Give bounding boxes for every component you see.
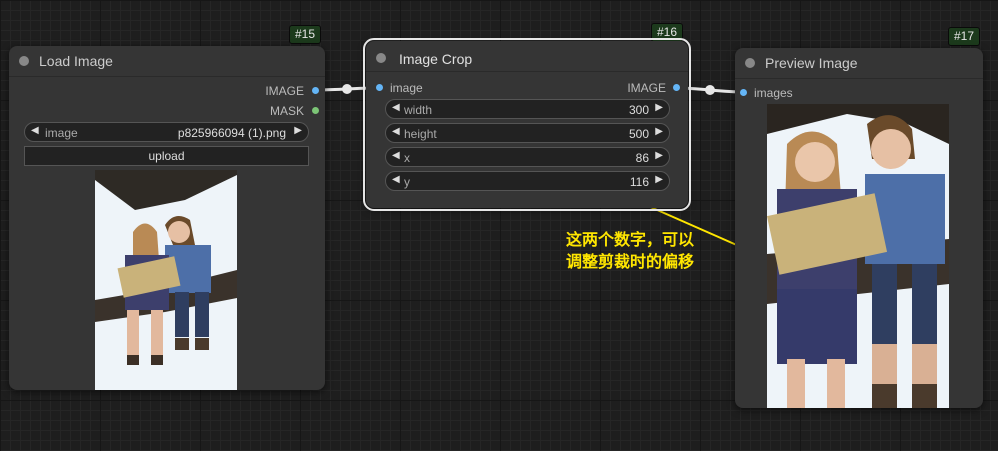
widget-label: image xyxy=(45,126,78,140)
arrow-left-icon[interactable]: ◀ xyxy=(392,150,400,161)
node-title: Image Crop xyxy=(399,51,473,67)
link-midpoint xyxy=(705,85,715,95)
widget-label: height xyxy=(404,127,437,141)
input-label-images: images xyxy=(754,86,793,100)
arrow-right-icon[interactable]: ▶ xyxy=(655,126,663,137)
node-id-badge: #17 xyxy=(948,27,981,46)
annotation-text: 这两个数字，可以 调整剪裁时的偏移 xyxy=(566,229,694,273)
widget-value: 500 xyxy=(628,127,649,141)
image-thumbnail xyxy=(95,170,237,390)
arrow-right-icon[interactable]: ▶ xyxy=(655,102,663,113)
output-label-image: IMAGE xyxy=(265,84,304,98)
arrow-left-icon[interactable]: ◀ xyxy=(392,126,400,137)
collapse-dot-icon[interactable] xyxy=(745,58,755,68)
annotation-line-1: 这两个数字，可以 xyxy=(566,230,695,249)
upload-button[interactable]: upload xyxy=(24,146,309,166)
widget-value: 116 xyxy=(629,175,649,189)
arrow-left-icon[interactable]: ◀ xyxy=(392,102,400,113)
widget-value: 300 xyxy=(628,103,649,117)
node-id-badge: #16 xyxy=(651,23,684,42)
arrow-left-icon[interactable]: ◀ xyxy=(31,125,39,136)
preview-image-node[interactable]: Preview Image images xyxy=(735,48,983,408)
node-title: Load Image xyxy=(39,53,113,69)
input-label-image: image xyxy=(390,81,423,95)
load-image-node[interactable]: Load Image IMAGE MASK ◀ image p825966094… xyxy=(9,46,325,390)
node-title: Preview Image xyxy=(765,55,858,71)
arrow-right-icon[interactable]: ▶ xyxy=(655,174,663,185)
arrow-right-icon[interactable]: ▶ xyxy=(294,125,302,136)
output-slot-mask[interactable] xyxy=(312,107,319,114)
collapse-dot-icon[interactable] xyxy=(376,53,386,63)
annotation-line-2: 调整剪裁时的偏移 xyxy=(566,252,695,271)
y-widget[interactable]: ◀ y 116 ▶ xyxy=(385,171,670,191)
widget-value: 86 xyxy=(635,151,649,165)
collapse-dot-icon[interactable] xyxy=(19,56,29,66)
node-title-bar[interactable]: Image Crop xyxy=(366,41,688,72)
link-midpoint xyxy=(342,84,352,94)
x-widget[interactable]: ◀ x 86 ▶ xyxy=(385,147,670,167)
output-slot-image[interactable] xyxy=(673,84,680,91)
node-id-badge: #15 xyxy=(289,25,322,44)
widget-label: y xyxy=(404,175,410,189)
height-widget[interactable]: ◀ height 500 ▶ xyxy=(385,123,670,143)
output-label-mask: MASK xyxy=(269,104,304,118)
node-title-bar[interactable]: Load Image xyxy=(9,46,325,77)
input-slot-images[interactable] xyxy=(740,89,747,96)
arrow-left-icon[interactable]: ◀ xyxy=(392,174,400,185)
node-title-bar[interactable]: Preview Image xyxy=(735,48,983,79)
widget-label: width xyxy=(404,103,433,117)
width-widget[interactable]: ◀ width 300 ▶ xyxy=(385,99,670,119)
arrow-right-icon[interactable]: ▶ xyxy=(655,150,663,161)
image-crop-node[interactable]: Image Crop image IMAGE ◀ width 300 ▶ ◀ h… xyxy=(363,38,691,211)
output-slot-image[interactable] xyxy=(312,87,319,94)
image-selector[interactable]: ◀ image p825966094 (1).png ▶ xyxy=(24,122,309,142)
preview-output-image xyxy=(767,104,949,408)
widget-label: x xyxy=(404,151,410,165)
output-label-image: IMAGE xyxy=(627,81,666,95)
input-slot-image[interactable] xyxy=(376,84,383,91)
widget-value: p825966094 (1).png xyxy=(177,126,286,140)
